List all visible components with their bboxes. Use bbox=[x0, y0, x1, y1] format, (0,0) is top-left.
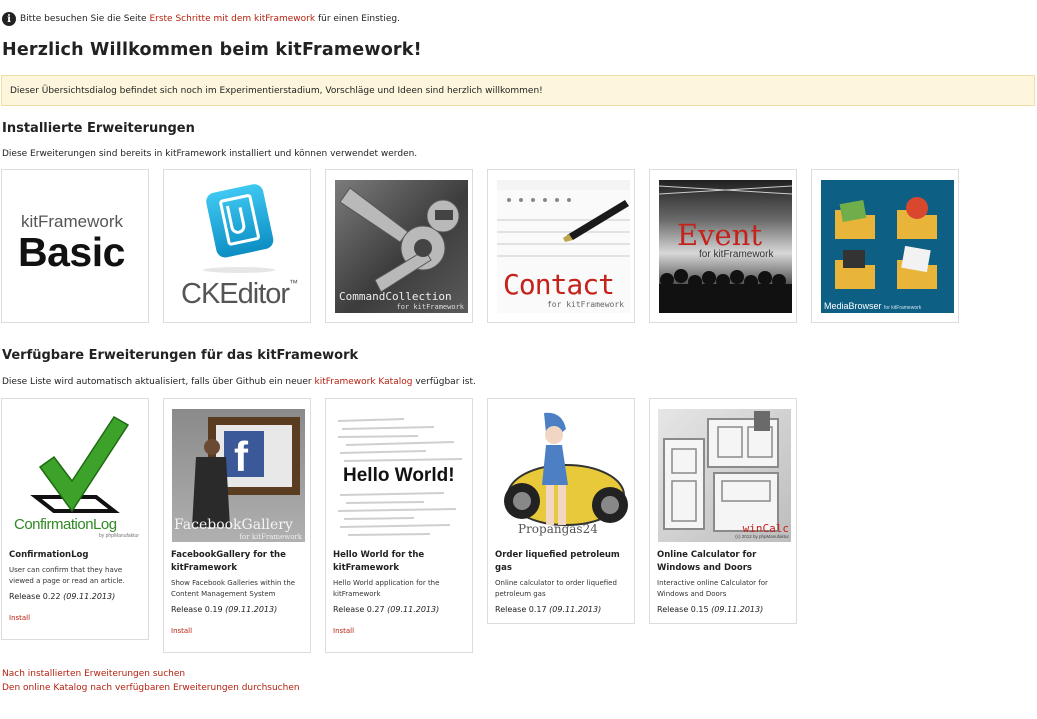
tile-mediabrowser[interactable]: MediaBrowser for kitFramework bbox=[811, 169, 959, 323]
card-propangas-date: (09.11.2013) bbox=[549, 605, 602, 614]
tile-commandcollection-sub: for kitFramework bbox=[396, 303, 464, 311]
tile-ckeditor-label: CKEditor bbox=[181, 278, 290, 310]
tile-basic-line2: Basic bbox=[18, 229, 125, 275]
tile-mediabrowser-sub: for kitFramework bbox=[884, 305, 922, 311]
available-description: Diese Liste wird automatisch aktualisier… bbox=[2, 377, 476, 387]
card-helloworld-img-label: Hello World! bbox=[343, 465, 455, 486]
card-facebookgallery-release-label: Release 0.19 bbox=[171, 605, 223, 614]
first-steps-link[interactable]: Erste Schritte mit dem kitFramework bbox=[149, 14, 315, 24]
tile-event[interactable]: Event for kitFramework bbox=[649, 169, 797, 323]
info-prefix: Bitte besuchen Sie die Seite bbox=[20, 14, 147, 24]
card-confirmationlog-desc: User can confirm that they have viewed a… bbox=[9, 566, 125, 585]
catalog-link[interactable]: kitFramework Katalog bbox=[314, 377, 412, 387]
tile-ckeditor[interactable]: CKEditor™ bbox=[163, 169, 311, 323]
media-folders-icon: MediaBrowser for kitFramework bbox=[821, 180, 954, 313]
tile-mediabrowser-label: MediaBrowser bbox=[824, 301, 882, 311]
card-wincalc: winCalc (c) 2012 by phpManufaktur Online… bbox=[649, 398, 797, 624]
available-desc-prefix: Diese Liste wird automatisch aktualisier… bbox=[2, 377, 312, 387]
info-suffix: für einen Einstieg. bbox=[317, 14, 400, 24]
wrench-photo-icon: CommandCollection for kitFramework bbox=[335, 180, 468, 313]
card-facebookgallery-desc: Show Facebook Galleries within the Conte… bbox=[171, 579, 296, 598]
card-confirmationlog: ConfirmationLog by phpManufaktur Confirm… bbox=[1, 398, 149, 640]
card-propangas: Propangas24 Order liquefied petroleum ga… bbox=[487, 398, 635, 624]
installed-heading: Installierte Erweiterungen bbox=[2, 121, 195, 136]
card-wincalc-desc: Interactive online Calculator for Window… bbox=[657, 579, 768, 598]
card-propangas-desc: Online calculator to order liquefied pet… bbox=[495, 579, 617, 598]
card-propangas-release: Release 0.17 (09.11.2013) bbox=[495, 605, 601, 614]
card-confirmationlog-date: (09.11.2013) bbox=[63, 592, 116, 601]
card-facebookgallery-title: FacebookGallery for the kitFramework bbox=[171, 550, 286, 573]
propangas-illustration-icon: Propangas24 bbox=[496, 409, 629, 542]
tile-event-sub: for kitFramework bbox=[699, 249, 774, 260]
facebook-gallery-photo-icon: f FacebookGallery for kitFramework bbox=[172, 409, 305, 542]
card-helloworld: Hello World! Hello World for the kitFram… bbox=[325, 398, 473, 653]
tile-event-label: Event bbox=[677, 218, 763, 252]
card-confirmationlog-install-link[interactable]: Install bbox=[9, 614, 30, 622]
info-line: i Bitte besuchen Sie die Seite Erste Sch… bbox=[2, 12, 400, 26]
available-desc-suffix: verfügbar ist. bbox=[415, 377, 476, 387]
notice-text: Dieser Übersichtsdialog befindet sich no… bbox=[10, 85, 543, 96]
card-wincalc-img-sub: (c) 2012 by phpManufaktur bbox=[735, 534, 789, 539]
card-wincalc-release: Release 0.15 (09.11.2013) bbox=[657, 605, 763, 614]
card-facebookgallery: f FacebookGallery for kitFramework Faceb… bbox=[163, 398, 311, 653]
svg-text:f: f bbox=[234, 433, 249, 480]
card-facebookgallery-img-sub: for kitFramework bbox=[239, 533, 302, 541]
card-helloworld-desc: Hello World application for the kitFrame… bbox=[333, 579, 440, 598]
available-heading: Verfügbare Erweiterungen für das kitFram… bbox=[2, 348, 359, 363]
card-helloworld-release-label: Release 0.27 bbox=[333, 605, 385, 614]
card-facebookgallery-date: (09.11.2013) bbox=[225, 605, 278, 614]
window-profile-photo-icon: winCalc (c) 2012 by phpManufaktur bbox=[658, 409, 791, 542]
card-helloworld-install-link[interactable]: Install bbox=[333, 627, 354, 635]
card-confirmationlog-img-label: ConfirmationLog bbox=[14, 516, 117, 533]
card-confirmationlog-release-label: Release 0.22 bbox=[9, 592, 61, 601]
notepad-pen-photo-icon: Contact for kitFramework bbox=[497, 180, 630, 313]
card-facebookgallery-install-link[interactable]: Install bbox=[171, 627, 192, 635]
card-confirmationlog-title: ConfirmationLog bbox=[9, 550, 89, 560]
card-helloworld-release: Release 0.27 (09.11.2013) bbox=[333, 605, 439, 614]
tile-commandcollection[interactable]: CommandCollection for kitFramework bbox=[325, 169, 473, 323]
search-installed-link[interactable]: Nach installierten Erweiterungen suchen bbox=[2, 669, 185, 679]
tile-ckeditor-tm: ™ bbox=[289, 278, 298, 288]
tile-kitframework-basic[interactable]: kitFramework Basic bbox=[1, 169, 149, 323]
card-confirmationlog-release: Release 0.22 (09.11.2013) bbox=[9, 592, 115, 601]
ckeditor-logo-icon: CKEditor™ bbox=[173, 180, 306, 313]
card-helloworld-title: Hello World for the kitFramework bbox=[333, 550, 425, 573]
tile-commandcollection-label: CommandCollection bbox=[339, 290, 452, 303]
page-title: Herzlich Willkommen beim kitFramework! bbox=[2, 40, 422, 60]
card-helloworld-date: (09.11.2013) bbox=[387, 605, 440, 614]
concert-crowd-photo-icon: Event for kitFramework bbox=[659, 180, 792, 313]
tile-contact-label: Contact bbox=[503, 268, 615, 301]
tile-contact[interactable]: Contact for kitFramework bbox=[487, 169, 635, 323]
card-wincalc-title: Online Calculator for Windows and Doors bbox=[657, 550, 757, 573]
card-facebookgallery-release: Release 0.19 (09.11.2013) bbox=[171, 605, 277, 614]
checkmark-logo-icon: ConfirmationLog by phpManufaktur bbox=[10, 409, 143, 542]
card-propangas-release-label: Release 0.17 bbox=[495, 605, 547, 614]
info-icon: i bbox=[2, 12, 16, 26]
installed-description: Diese Erweiterungen sind bereits in kitF… bbox=[2, 149, 418, 159]
card-wincalc-release-label: Release 0.15 bbox=[657, 605, 709, 614]
card-confirmationlog-img-sub: by phpManufaktur bbox=[98, 533, 139, 539]
card-propangas-title: Order liquefied petroleum gas bbox=[495, 550, 620, 573]
tile-contact-sub: for kitFramework bbox=[546, 300, 624, 309]
card-propangas-img-label: Propangas24 bbox=[518, 522, 598, 536]
search-catalog-link[interactable]: Den online Katalog nach verfügbaren Erwe… bbox=[2, 683, 300, 693]
card-wincalc-date: (09.11.2013) bbox=[711, 605, 764, 614]
kitframework-basic-logo-icon: kitFramework Basic bbox=[11, 180, 144, 313]
hello-world-code-icon: Hello World! bbox=[334, 409, 467, 542]
notice-box: Dieser Übersichtsdialog befindet sich no… bbox=[1, 75, 1035, 106]
card-facebookgallery-img-label: FacebookGallery bbox=[174, 517, 293, 533]
